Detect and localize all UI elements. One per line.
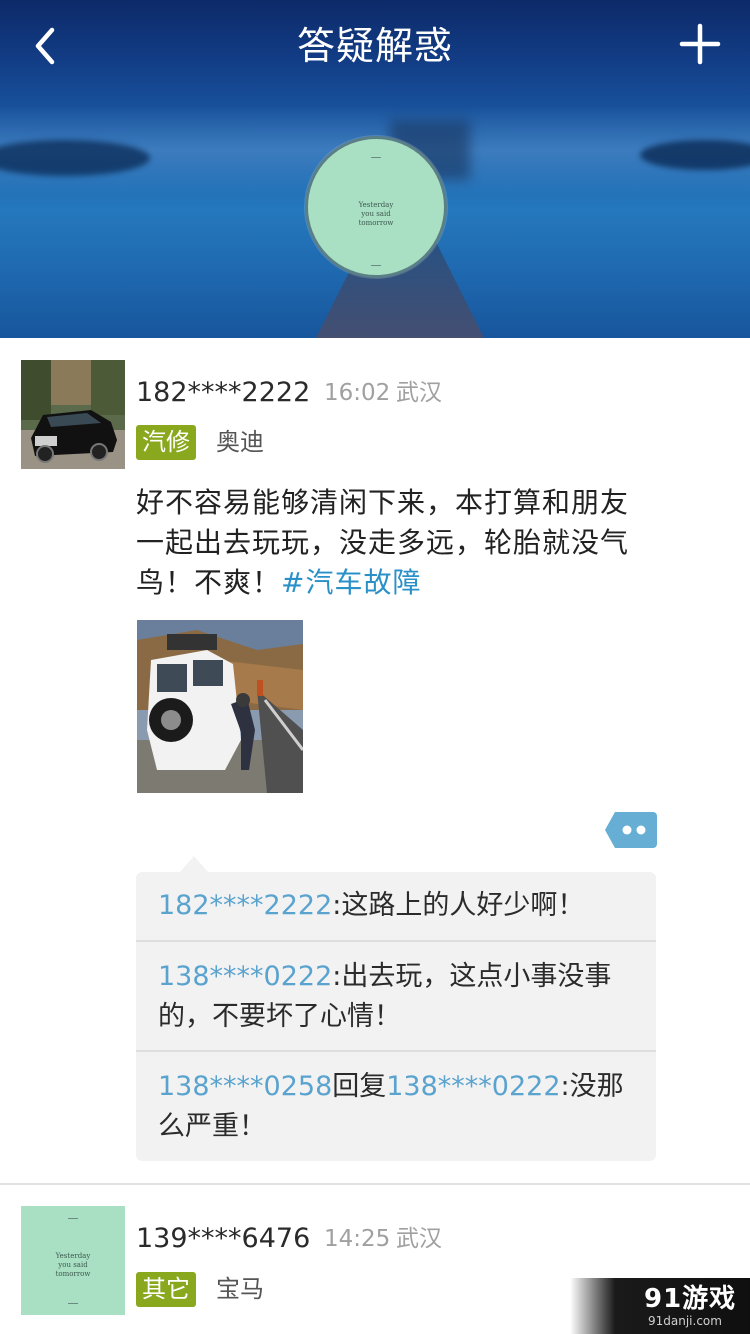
- comment-username[interactable]: 182****2222: [158, 890, 332, 921]
- plus-icon: [679, 23, 721, 65]
- comment-username[interactable]: 138****0222: [158, 961, 332, 992]
- comment-button[interactable]: [603, 810, 657, 850]
- car-brand: 奥迪: [216, 428, 264, 456]
- post-time: 14:25: [324, 1226, 391, 1252]
- comment-body: :这路上的人好少啊！: [332, 890, 585, 921]
- avatar-line-bottom: [371, 265, 381, 266]
- avatar-text-line: Yesterday: [55, 1252, 91, 1260]
- comment-text: 138****0258回复138****0222:没那么严重！: [158, 1067, 638, 1147]
- watermark-url: 91danji.com: [648, 1314, 722, 1328]
- user-avatar[interactable]: [21, 360, 125, 469]
- reply-to-username[interactable]: 138****0222: [386, 1071, 560, 1102]
- post-time: 16:02: [324, 380, 391, 406]
- avatar-text-line: Yesterday: [358, 201, 394, 209]
- comment-username[interactable]: 138****0258: [158, 1071, 332, 1102]
- post-username[interactable]: 182****2222: [136, 376, 310, 410]
- user-avatar[interactable]: Yesterday you said tomorrow: [21, 1206, 125, 1315]
- car-photo-avatar: [21, 360, 125, 469]
- post-content: 好不容易能够清闲下来，本打算和朋友一起出去玩玩，没走多远，轮胎就没气鸟！不爽！#…: [136, 483, 656, 603]
- comment-text: 138****0222:出去玩，这点小事没事的，不要坏了心情！: [158, 957, 638, 1037]
- suv-flat-tire-photo: [137, 620, 303, 793]
- post-location: 武汉: [396, 380, 442, 406]
- avatar-text-line: you said: [361, 210, 391, 218]
- profile-avatar[interactable]: Yesterday you said tomorrow: [305, 136, 447, 278]
- comment-bubble-icon: [605, 812, 657, 848]
- add-post-button[interactable]: [678, 22, 722, 66]
- page-title: 答疑解惑: [296, 24, 453, 68]
- avatar-text-line: you said: [58, 1261, 88, 1269]
- post-photo[interactable]: [137, 620, 303, 793]
- header-banner: 答疑解惑 Yesterday you said tomorrow: [0, 0, 750, 338]
- car-brand: 宝马: [216, 1275, 264, 1303]
- post-username[interactable]: 139****6476: [136, 1222, 310, 1256]
- reply-word: 回复: [332, 1071, 387, 1102]
- category-tag: 其它: [136, 1272, 196, 1307]
- comments-panel: 182****2222:这路上的人好少啊！ 138****0222:出去玩，这点…: [136, 872, 656, 1161]
- category-tag: 汽修: [136, 425, 196, 460]
- post-separator: [0, 1183, 750, 1185]
- watermark-logo: 91游戏: [644, 1284, 737, 1314]
- comment-divider: [136, 940, 656, 942]
- hashtag-link[interactable]: #汽车故障: [281, 566, 421, 599]
- comment-text: 182****2222:这路上的人好少啊！: [158, 886, 638, 926]
- avatar-line-top: [68, 1218, 78, 1219]
- avatar-line-top: [371, 157, 381, 158]
- comment-divider: [136, 1050, 656, 1052]
- avatar-text-line: tomorrow: [55, 1270, 91, 1278]
- comments-caret: [180, 856, 208, 872]
- avatar-text-line: tomorrow: [358, 219, 394, 227]
- post-location: 武汉: [396, 1226, 442, 1252]
- avatar-line-bottom: [68, 1303, 78, 1304]
